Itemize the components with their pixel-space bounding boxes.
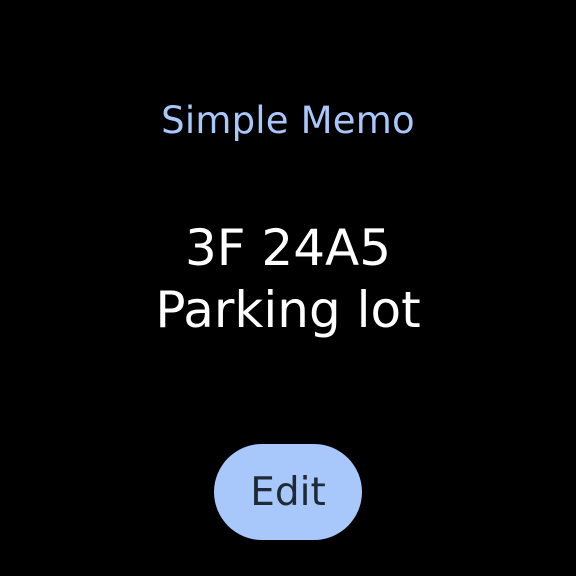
watch-screen: Simple Memo 3F 24A5 Parking lot Edit <box>0 0 576 576</box>
memo-line-1: 3F 24A5 <box>184 219 392 277</box>
app-title: Simple Memo <box>161 99 415 142</box>
memo-content: 3F 24A5 Parking lot <box>0 217 576 341</box>
edit-button[interactable]: Edit <box>214 444 362 540</box>
memo-line-2: Parking lot <box>155 281 421 339</box>
